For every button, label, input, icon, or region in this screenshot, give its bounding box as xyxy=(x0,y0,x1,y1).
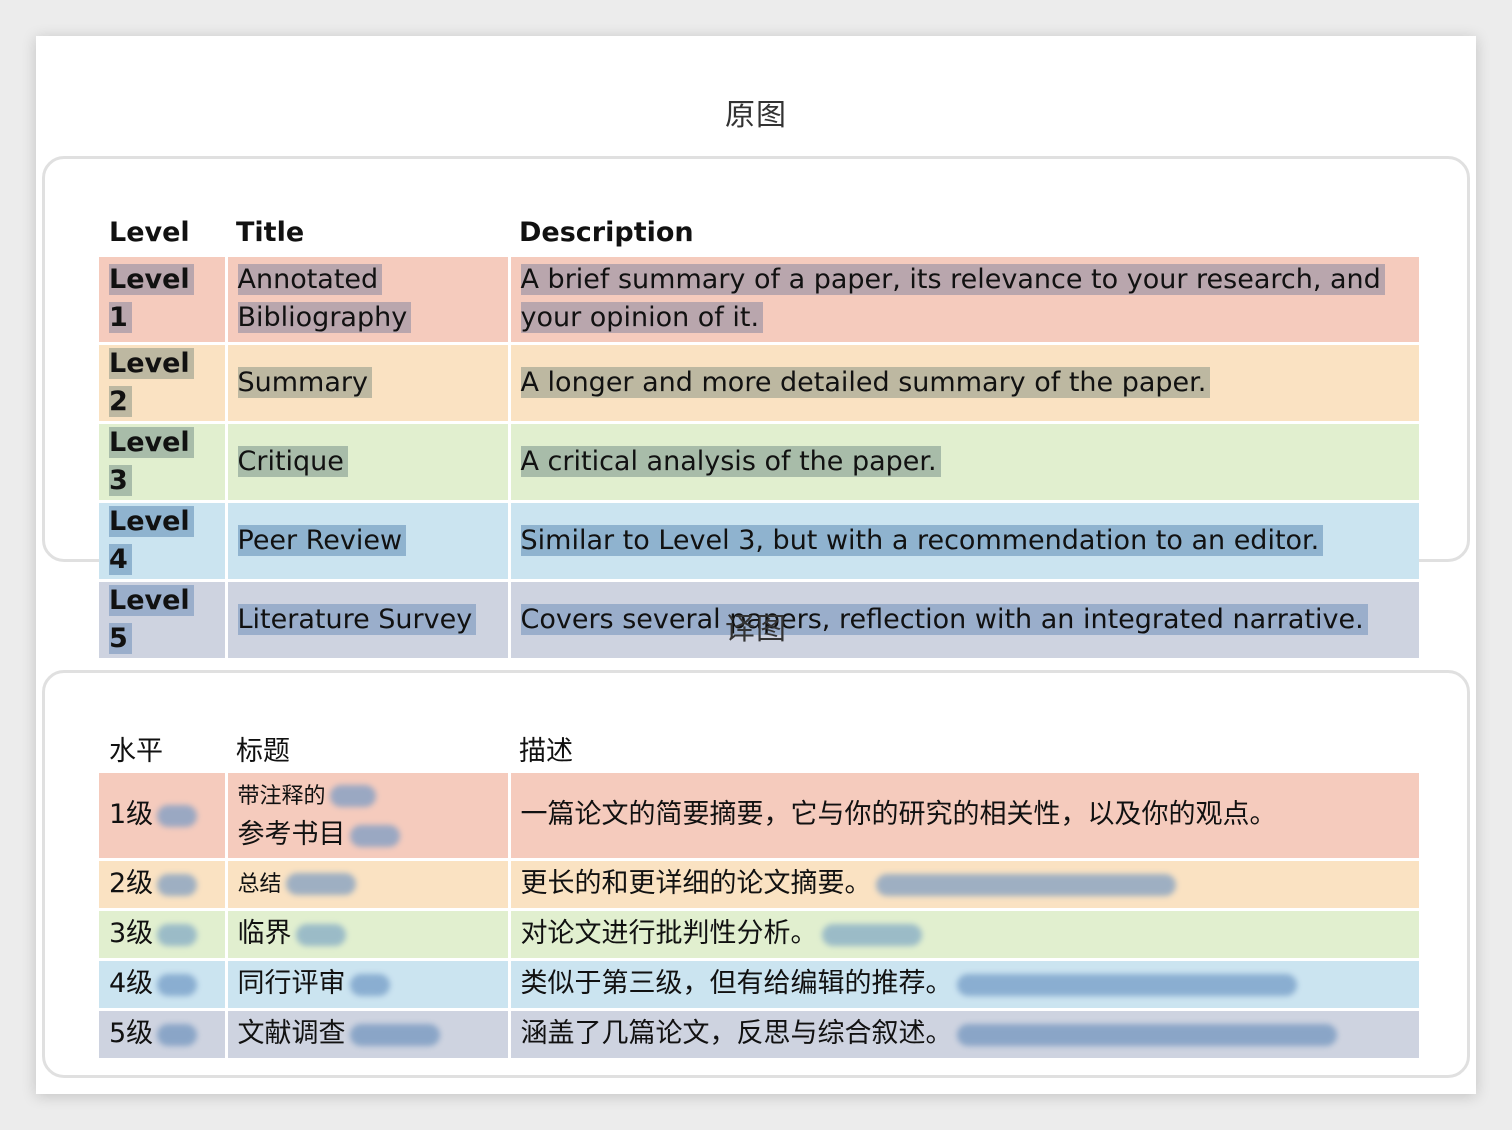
translated-heading: 译图 xyxy=(725,612,787,647)
translated-title-5: 文献调查 xyxy=(237,1018,346,1049)
original-title-2: Summary xyxy=(237,366,372,398)
original-description-4: Similar to Level 3, but with a recommend… xyxy=(520,524,1324,556)
translated-row-level-4: 4级 同行评审 类似于第三级，但有给编辑的推荐。 xyxy=(99,959,1419,1011)
blur-smudge xyxy=(295,923,346,946)
translated-level-5: 5级 xyxy=(109,1018,154,1049)
translated-header-row: 水平 标题 描述 xyxy=(99,723,1419,773)
original-row-level-3: Level 3 Critique A critical analysis of … xyxy=(99,422,1419,503)
original-level-3: Level 3 xyxy=(109,426,194,496)
blur-smudge xyxy=(875,873,1176,896)
translated-row-level-5: 5级 文献调查 涵盖了几篇论文，反思与综合叙述。 xyxy=(99,1009,1419,1061)
translated-title-4: 同行评审 xyxy=(237,968,346,999)
original-level-2: Level 2 xyxy=(109,347,194,417)
original-title-3: Critique xyxy=(237,445,348,477)
blur-smudge xyxy=(956,973,1297,996)
blur-smudge xyxy=(157,873,198,896)
blur-smudge xyxy=(157,973,198,996)
original-title-4: Peer Review xyxy=(237,524,407,556)
original-table: Level Title Description Level 1 Annotate… xyxy=(99,207,1419,661)
translated-level-1: 1级 xyxy=(109,799,154,831)
translated-level-4: 4级 xyxy=(109,968,154,999)
translated-row-level-3: 3级 临界 对论文进行批判性分析。 xyxy=(99,909,1419,961)
blur-smudge xyxy=(329,784,376,807)
translated-level-3: 3级 xyxy=(109,918,154,949)
original-level-1: Level 1 xyxy=(109,264,194,334)
original-heading: 原图 xyxy=(725,98,787,133)
comparison-sheet: 原图 Level Title Description Level 1 Annot… xyxy=(36,36,1476,1094)
translated-level-2: 2级 xyxy=(109,868,154,899)
original-header-level: Level xyxy=(109,216,190,248)
original-description-2: A longer and more detailed summary of th… xyxy=(520,366,1211,398)
blur-smudge xyxy=(821,923,922,946)
original-row-level-4: Level 4 Peer Review Similar to Level 3, … xyxy=(99,501,1419,582)
blur-smudge xyxy=(157,804,198,827)
translated-row-level-1: 1级 带注释的参考书目 一篇论文的简要摘要，它与你的研究的相关性，以及你的观点。 xyxy=(99,773,1419,861)
translated-description-4: 类似于第三级，但有给编辑的推荐。 xyxy=(520,968,953,999)
blur-smudge xyxy=(157,923,198,946)
blur-smudge xyxy=(157,1023,198,1046)
translated-header-level: 水平 xyxy=(109,735,163,767)
blur-smudge xyxy=(349,824,400,847)
translated-title-3: 临界 xyxy=(237,918,292,949)
original-title-1-line2: Bibliography xyxy=(237,302,412,334)
original-header-row: Level Title Description xyxy=(99,207,1419,257)
translated-header-description: 描述 xyxy=(519,735,573,767)
original-row-level-2: Level 2 Summary A longer and more detail… xyxy=(99,343,1419,424)
original-header-description: Description xyxy=(519,216,694,248)
blur-smudge xyxy=(956,1023,1337,1046)
blur-smudge xyxy=(285,872,356,895)
original-description-1: A brief summary of a paper, its relevanc… xyxy=(520,264,1385,334)
blur-smudge xyxy=(349,1023,440,1046)
translated-table: 水平 标题 描述 1级 带注释的参考书目 一篇论文的简要摘要，它与你的研究的相关… xyxy=(99,723,1419,1061)
translated-title-1-line1: 带注释的 xyxy=(237,784,326,810)
translated-header-title: 标题 xyxy=(236,735,290,767)
translated-description-3: 对论文进行批判性分析。 xyxy=(520,918,818,949)
translated-table-panel: 水平 标题 描述 1级 带注释的参考书目 一篇论文的简要摘要，它与你的研究的相关… xyxy=(42,670,1470,1078)
translated-description-1: 一篇论文的简要摘要，它与你的研究的相关性，以及你的观点。 xyxy=(520,799,1277,831)
translated-title-1-line2: 参考书目 xyxy=(237,819,346,851)
translated-description-5: 涵盖了几篇论文，反思与综合叙述。 xyxy=(520,1018,953,1049)
blur-smudge xyxy=(349,973,390,996)
original-header-title: Title xyxy=(236,216,305,248)
original-title-1-line1: Annotated xyxy=(237,264,383,296)
original-table-panel: Level Title Description Level 1 Annotate… xyxy=(42,156,1470,661)
original-description-3: A critical analysis of the paper. xyxy=(520,445,941,477)
original-row-level-1: Level 1 Annotated Bibliography A brief su… xyxy=(99,257,1419,345)
translated-title-2: 总结 xyxy=(237,872,282,897)
original-level-4: Level 4 xyxy=(109,505,194,575)
translated-description-2: 更长的和更详细的论文摘要。 xyxy=(520,868,872,899)
translated-row-level-2: 2级 总结 更长的和更详细的论文摘要。 xyxy=(99,859,1419,911)
